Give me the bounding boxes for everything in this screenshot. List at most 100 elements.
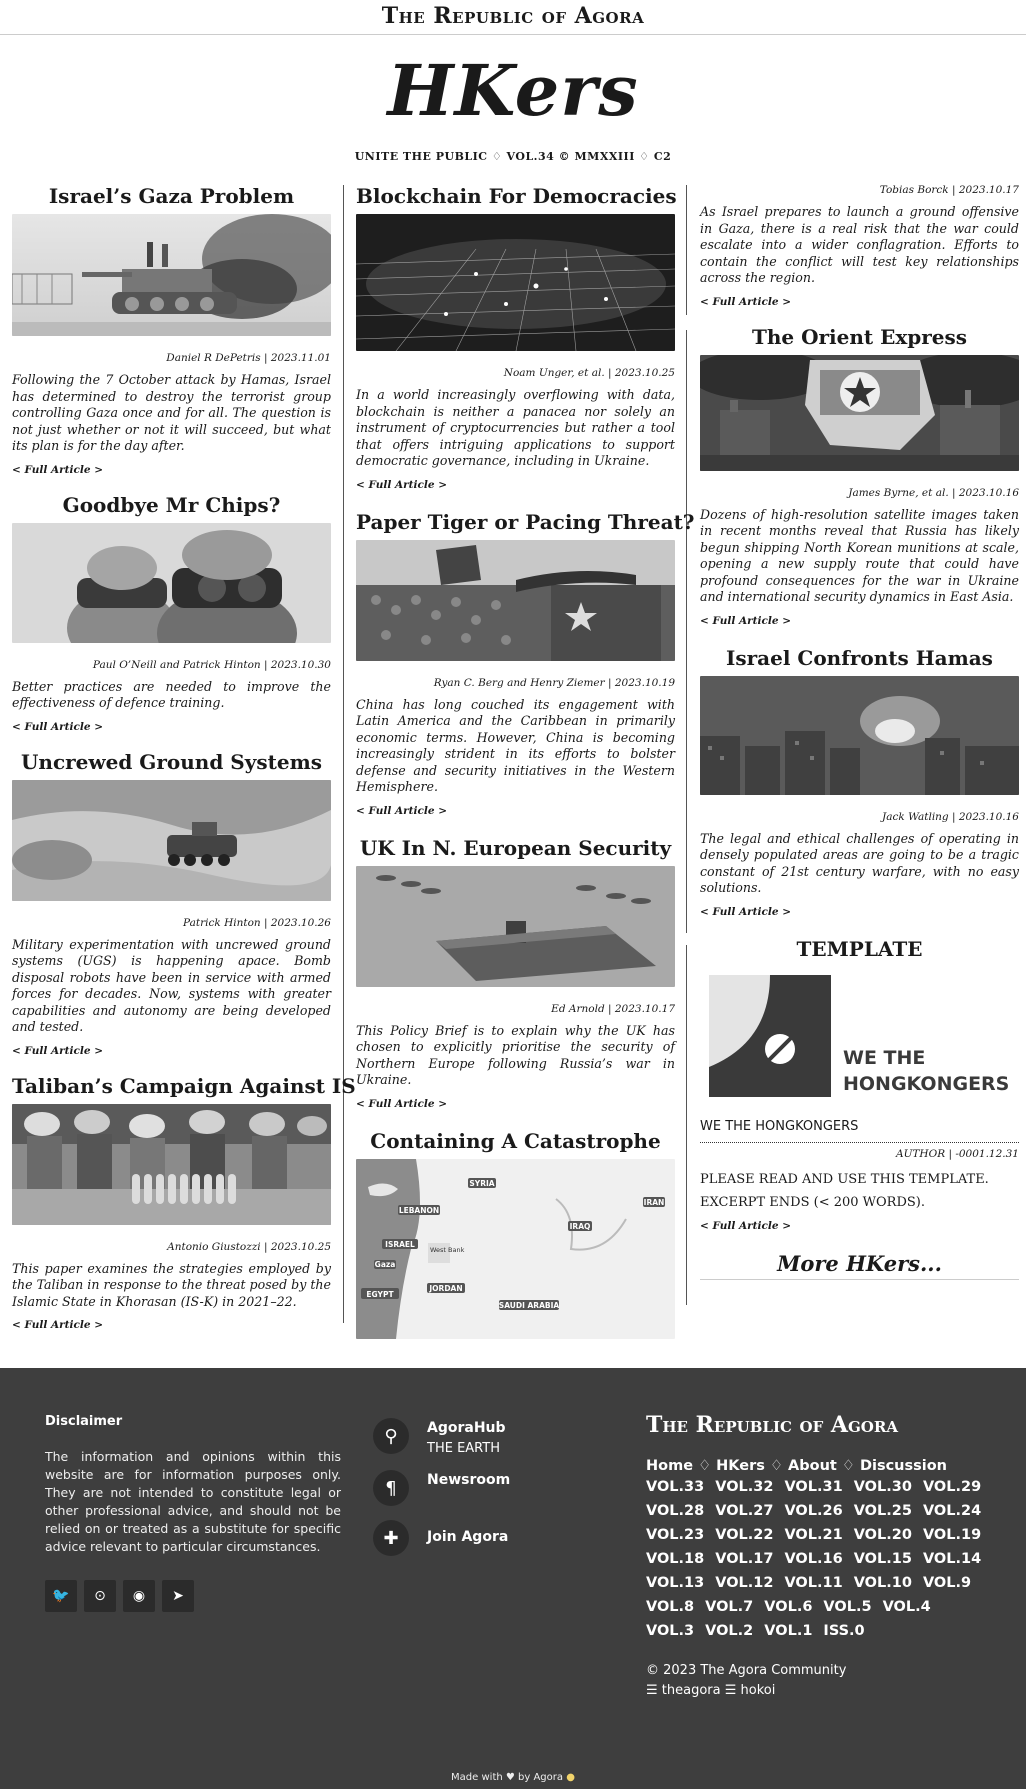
volume-link[interactable]: VOL.27: [715, 1503, 773, 1519]
article-title[interactable]: Taliban’s Campaign Against IS: [12, 1070, 356, 1102]
copyright: © 2023 The Agora Community ☰ theagora ☰ …: [646, 1661, 986, 1701]
article-title[interactable]: Paper Tiger or Pacing Threat?: [356, 506, 695, 538]
volume-link[interactable]: VOL.11: [784, 1575, 842, 1591]
article-title[interactable]: Israel’s Gaza Problem: [12, 180, 331, 212]
footer-nav: The Republic of Agora Home ♢ HKers ♢ Abo…: [646, 1412, 986, 1701]
article-title[interactable]: UK In N. European Security: [356, 832, 675, 864]
template-caption: WE THE HONGKONGERS: [700, 1119, 1019, 1143]
volume-link[interactable]: VOL.13: [646, 1575, 704, 1591]
volume-link[interactable]: VOL.14: [923, 1551, 981, 1567]
article-title[interactable]: The Orient Express: [700, 321, 1019, 353]
full-article-link[interactable]: < Full Article >: [12, 464, 103, 476]
article-card: Goodbye Mr Chips? Paul O’Neill and Patri…: [12, 489, 331, 734]
join-agora-link[interactable]: ✚ Join Agora: [373, 1520, 510, 1556]
article-image-ugv[interactable]: [12, 779, 331, 901]
volume-link[interactable]: VOL.2: [705, 1623, 753, 1639]
full-article-link[interactable]: < Full Article >: [700, 296, 791, 308]
volume-link[interactable]: VOL.33: [646, 1479, 704, 1495]
article-title[interactable]: Containing A Catastrophe: [356, 1125, 675, 1157]
article-image-map[interactable]: SYRIA LEBANON IRAN IRAQ ISRAEL Gaza JORD…: [356, 1158, 675, 1339]
volume-link[interactable]: VOL.26: [784, 1503, 842, 1519]
full-article-link[interactable]: < Full Article >: [700, 1220, 791, 1232]
template-title[interactable]: TEMPLATE: [700, 933, 1019, 965]
volume-link[interactable]: VOL.5: [823, 1599, 871, 1615]
nav-about[interactable]: About: [788, 1458, 837, 1474]
volume-link[interactable]: VOL.25: [854, 1503, 912, 1519]
volume-link[interactable]: VOL.23: [646, 1527, 704, 1543]
volume-link[interactable]: VOL.30: [854, 1479, 912, 1495]
volume-link[interactable]: VOL.29: [923, 1479, 981, 1495]
volume-link[interactable]: VOL.4: [883, 1599, 931, 1615]
footer-handles[interactable]: ☰ theagora ☰ hokoi: [646, 1681, 986, 1701]
article-card: Containing A Catastrophe SYRIA LEBANON I…: [356, 1125, 675, 1339]
newsroom-link[interactable]: ¶ Newsroom: [373, 1470, 510, 1506]
volume-link[interactable]: VOL.3: [646, 1623, 694, 1639]
article-image-taliban[interactable]: [12, 1103, 331, 1225]
volume-link[interactable]: VOL.1: [764, 1623, 812, 1639]
full-article-link[interactable]: < Full Article >: [12, 1319, 103, 1331]
template-author: AUTHOR | -0001.12.31: [896, 1147, 1019, 1160]
volume-link[interactable]: VOL.9: [923, 1575, 971, 1591]
template-card: TEMPLATE WE THE HONGKONGERS WE THE HONGK…: [700, 933, 1019, 1280]
volume-link[interactable]: VOL.6: [764, 1599, 812, 1615]
volume-link[interactable]: VOL.24: [923, 1503, 981, 1519]
volume-link[interactable]: VOL.19: [923, 1527, 981, 1543]
full-article-link[interactable]: < Full Article >: [12, 1045, 103, 1057]
more-hkers-link[interactable]: More HKers...: [700, 1251, 1019, 1280]
article-card: The Orient Express James Byrne, et al. |…: [700, 321, 1019, 628]
volume-link[interactable]: VOL.17: [715, 1551, 773, 1567]
article-excerpt: Following the 7 October attack by Hamas,…: [12, 372, 331, 453]
volume-link[interactable]: VOL.7: [705, 1599, 753, 1615]
reddit-icon[interactable]: ◉: [123, 1580, 155, 1612]
nav-hkers[interactable]: HKers: [716, 1458, 765, 1474]
agorahub-link[interactable]: ⚲ AgoraHub THE EARTH: [373, 1418, 510, 1456]
article-image-china[interactable]: [356, 539, 675, 661]
article-card: UK In N. European Security Ed Arnold | 2…: [356, 832, 675, 1111]
article-title[interactable]: Goodbye Mr Chips?: [12, 489, 331, 521]
telegram-icon[interactable]: ➤: [162, 1580, 194, 1612]
map-label: Gaza: [375, 1260, 396, 1269]
article-image-vr[interactable]: [12, 522, 331, 643]
volume-link[interactable]: VOL.16: [784, 1551, 842, 1567]
volume-link[interactable]: VOL.22: [715, 1527, 773, 1543]
made-with: Made with ♥ by Agora ●: [0, 1772, 1026, 1783]
volume-link[interactable]: VOL.31: [784, 1479, 842, 1495]
volume-link[interactable]: VOL.32: [715, 1479, 773, 1495]
volume-link[interactable]: VOL.8: [646, 1599, 694, 1615]
article-title[interactable]: Uncrewed Ground Systems: [12, 746, 331, 778]
nav-discussion[interactable]: Discussion: [860, 1458, 947, 1474]
article-image-grid[interactable]: [356, 214, 675, 351]
map-label: IRAN: [644, 1198, 665, 1207]
full-article-link[interactable]: < Full Article >: [12, 721, 103, 733]
volume-link[interactable]: VOL.21: [784, 1527, 842, 1543]
column-right: Tobias Borck | 2023.10.17 As Israel prep…: [700, 180, 1019, 1294]
article-image-explosion[interactable]: [700, 675, 1019, 795]
hongkongers-logo[interactable]: WE THE HONGKONGERS: [700, 966, 1019, 1105]
volume-link[interactable]: VOL.10: [854, 1575, 912, 1591]
article-image-tank[interactable]: [12, 214, 331, 336]
github-icon[interactable]: ⊙: [84, 1580, 116, 1612]
volume-link[interactable]: ISS.0: [823, 1623, 864, 1639]
full-article-link[interactable]: < Full Article >: [700, 615, 791, 627]
volume-link[interactable]: VOL.15: [854, 1551, 912, 1567]
volume-link[interactable]: VOL.20: [854, 1527, 912, 1543]
volume-link[interactable]: VOL.28: [646, 1503, 704, 1519]
volume-link[interactable]: VOL.12: [715, 1575, 773, 1591]
footer-links: ⚲ AgoraHub THE EARTH ¶ Newsroom ✚ Join A…: [373, 1418, 510, 1570]
article-image-ships[interactable]: [356, 865, 675, 987]
made-with-text: Made with ♥ by Agora: [451, 1772, 564, 1783]
full-article-link[interactable]: < Full Article >: [356, 805, 447, 817]
article-card: Uncrewed Ground Systems Patrick Hinton |…: [12, 746, 331, 1058]
full-article-link[interactable]: < Full Article >: [700, 906, 791, 918]
twitter-icon[interactable]: 🐦: [45, 1580, 77, 1612]
full-article-link[interactable]: < Full Article >: [356, 1098, 447, 1110]
volume-link[interactable]: VOL.18: [646, 1551, 704, 1567]
site-title[interactable]: The Republic of Agora: [382, 3, 644, 29]
nav-home[interactable]: Home: [646, 1458, 693, 1474]
article-title[interactable]: Israel Confronts Hamas: [700, 642, 1019, 674]
footer-brand[interactable]: The Republic of Agora: [646, 1412, 986, 1438]
article-title[interactable]: Blockchain For Democracies: [356, 180, 677, 212]
article-image-korea[interactable]: [700, 354, 1019, 471]
join-agora-label: Join Agora: [427, 1529, 509, 1545]
full-article-link[interactable]: < Full Article >: [356, 479, 447, 491]
